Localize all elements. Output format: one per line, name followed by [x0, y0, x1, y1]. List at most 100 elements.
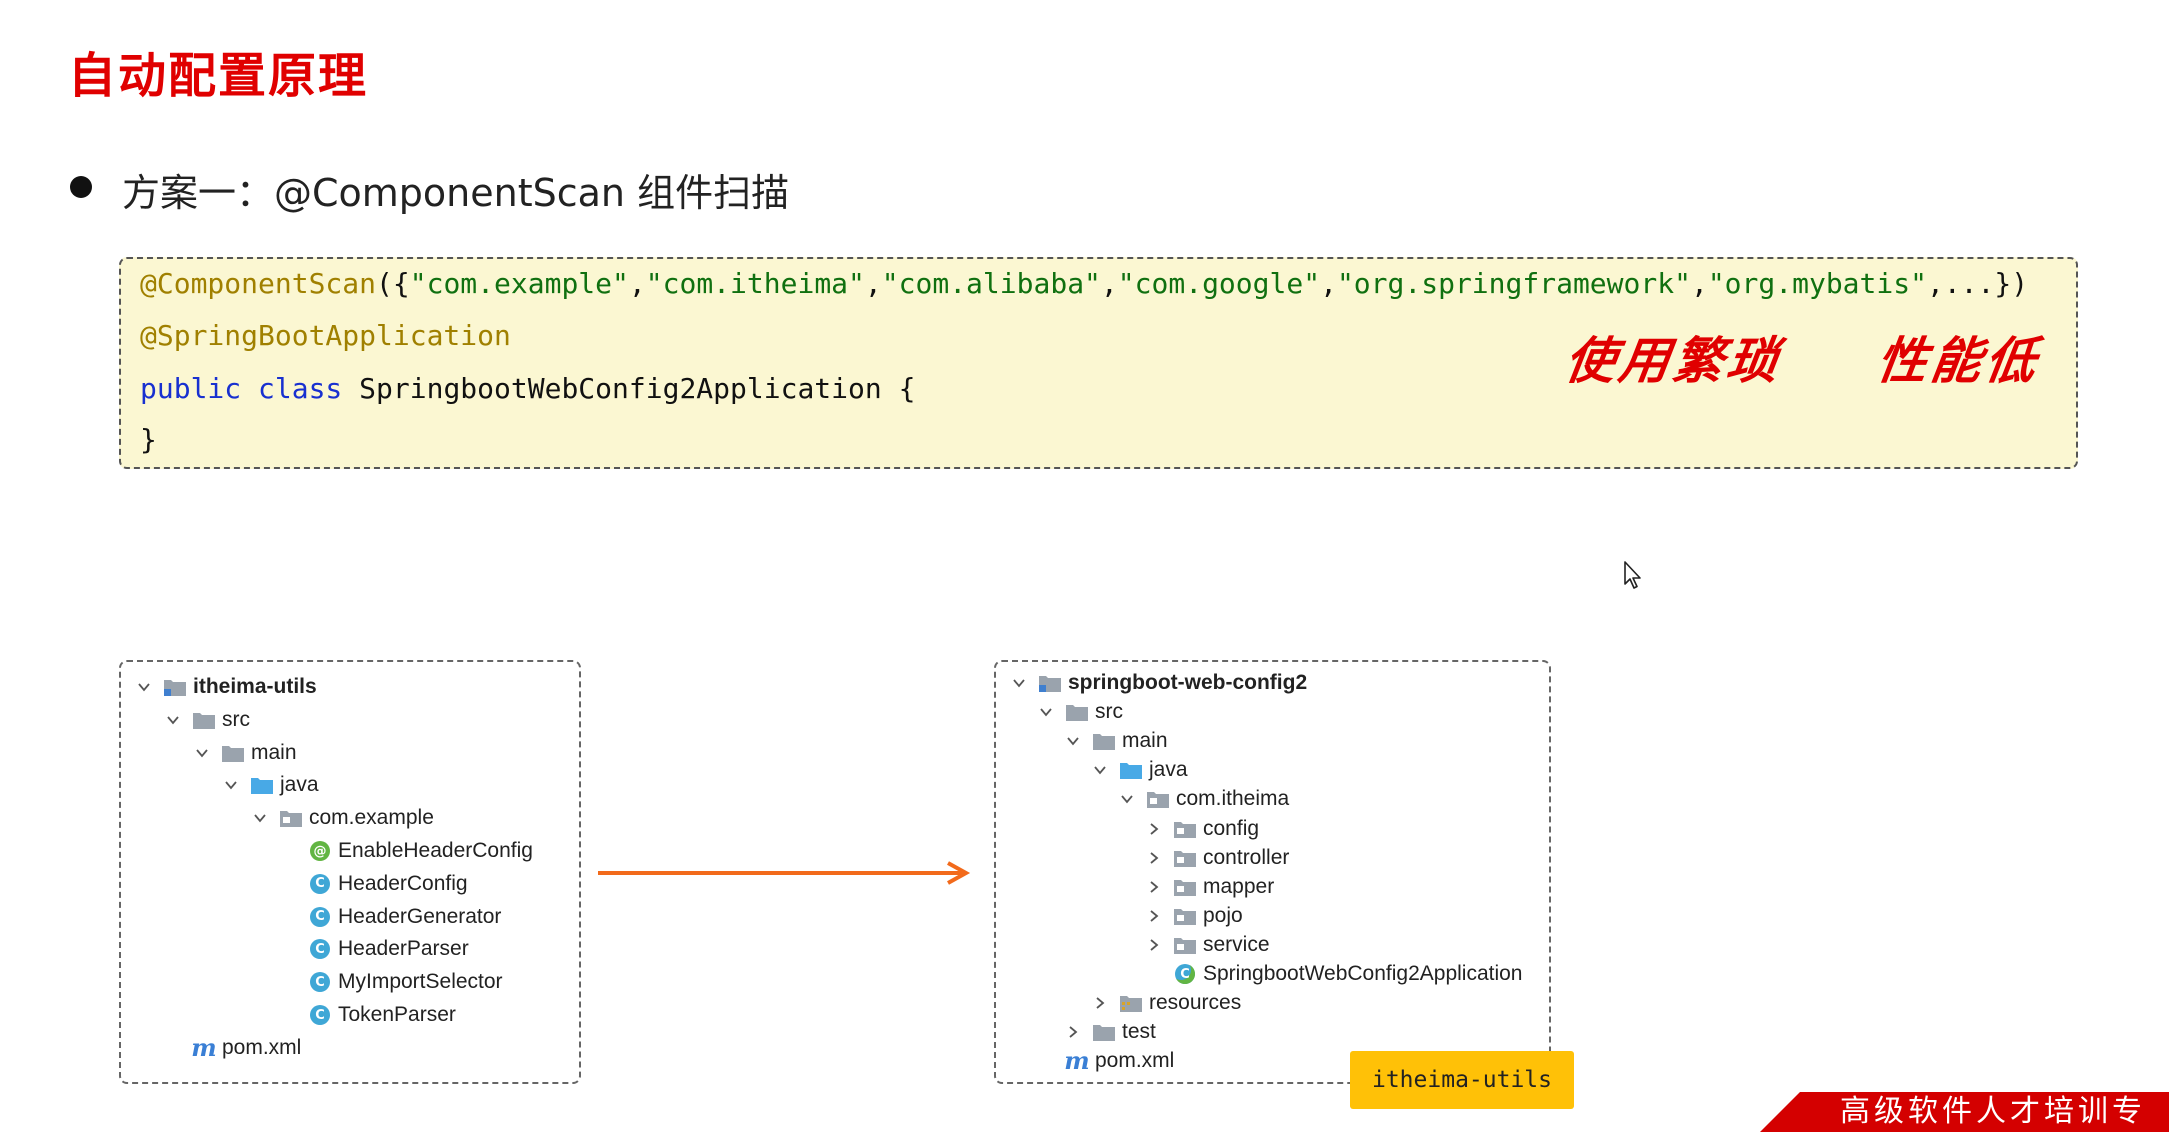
mouse-pointer-icon: [1624, 561, 1641, 589]
module-folder-icon: [163, 677, 187, 697]
itheima-utils-project-tree: itheima-utils src main java com.example @ Enab…: [119, 660, 581, 1084]
tree-item-label: config: [1203, 816, 1260, 840]
tree-item-label: HeaderGenerator: [338, 904, 502, 928]
tree-item[interactable]: controller: [1145, 843, 1289, 873]
chevron-down-icon[interactable]: [222, 776, 240, 794]
tree-item[interactable]: itheima-utils: [135, 672, 317, 702]
arrow-right-icon: [598, 861, 971, 885]
tree-item-label: mapper: [1203, 874, 1275, 898]
brand-banner-text: 高级软件人才培训专: [1840, 1094, 2146, 1129]
package-icon: [1173, 819, 1197, 839]
code-token: }: [140, 423, 157, 456]
tree-item[interactable]: com.example: [251, 803, 434, 833]
chevron-right-icon[interactable]: [1145, 907, 1163, 925]
chevron-down-icon[interactable]: [1118, 790, 1136, 808]
tree-item-label: test: [1122, 1020, 1156, 1044]
class-icon: C: [308, 873, 332, 894]
chevron-right-icon[interactable]: [1145, 878, 1163, 896]
chevron-right-icon[interactable]: [1145, 849, 1163, 867]
tree-item[interactable]: springboot-web-config2: [1010, 668, 1307, 698]
section-subtitle: 方案一：@ComponentScan 组件扫描: [122, 171, 790, 215]
tree-item-label: HeaderConfig: [338, 871, 468, 895]
folder-icon: [1092, 731, 1116, 751]
source-folder-icon: [250, 775, 274, 795]
tree-item-label: main: [1122, 729, 1168, 753]
code-token: ,: [1100, 267, 1118, 300]
tree-item[interactable]: C MyImportSelector: [280, 967, 503, 997]
code-token: ,...}): [1926, 267, 2029, 300]
package-icon: [1173, 906, 1197, 926]
package-icon: [1173, 935, 1197, 955]
code-block: @ComponentScan({"com.example", "com.ithei…: [119, 257, 2078, 469]
source-folder-icon: [1119, 760, 1143, 780]
tree-item[interactable]: C SpringbootWebConfig2Application: [1145, 959, 1523, 989]
tree-item[interactable]: src: [164, 705, 250, 735]
tree-item-label: pojo: [1203, 903, 1243, 927]
tree-item-label: resources: [1149, 991, 1242, 1015]
dependency-jar-label: itheima-utils: [1350, 1051, 1574, 1109]
tree-item[interactable]: config: [1145, 814, 1259, 844]
tree-item[interactable]: java: [1091, 755, 1188, 785]
code-token: ({: [376, 267, 410, 300]
class-icon: C: [308, 1005, 332, 1025]
code-token: "com.itheima": [645, 267, 865, 300]
tree-item[interactable]: com.itheima: [1118, 784, 1289, 814]
tree-item[interactable]: main: [1064, 726, 1168, 756]
tree-item-label: com.itheima: [1176, 787, 1290, 811]
tree-item[interactable]: C TokenParser: [280, 1000, 456, 1030]
tree-item[interactable]: m pom.xml: [164, 1033, 301, 1063]
chevron-down-icon[interactable]: [1010, 674, 1028, 692]
tree-item-label: springboot-web-config2: [1068, 671, 1308, 694]
code-token: "org.springframework": [1336, 267, 1691, 300]
tree-item-label: pom.xml: [1095, 1049, 1175, 1073]
code-token: "com.example": [409, 267, 629, 300]
tree-item[interactable]: java: [222, 770, 319, 800]
tree-item[interactable]: resources: [1091, 988, 1241, 1018]
tree-item-label: service: [1203, 932, 1270, 956]
tree-item[interactable]: @ EnableHeaderConfig: [280, 836, 533, 866]
chevron-right-icon[interactable]: [1091, 994, 1109, 1012]
tree-item-label: java: [280, 773, 319, 797]
chevron-down-icon[interactable]: [164, 711, 182, 729]
bullet-dot: [70, 176, 92, 198]
tree-item[interactable]: C HeaderGenerator: [280, 902, 501, 932]
page-title: 自动配置原理: [68, 48, 369, 104]
code-token: "com.google": [1117, 267, 1321, 300]
tree-item[interactable]: service: [1145, 930, 1270, 960]
code-line-closing-brace: }: [140, 423, 157, 456]
code-token: @SpringBootApplication: [140, 319, 511, 352]
annotation-icon: @: [308, 841, 332, 861]
chevron-down-icon[interactable]: [193, 744, 211, 762]
tree-item[interactable]: C HeaderConfig: [280, 869, 468, 899]
spring-class-icon: C: [1173, 964, 1197, 984]
module-folder-icon: [1038, 673, 1062, 693]
code-token: ,: [1320, 267, 1337, 300]
code-line-springboot-application: @SpringBootApplication: [140, 319, 511, 352]
code-token: public class: [140, 372, 343, 405]
tree-item[interactable]: m pom.xml: [1037, 1046, 1174, 1076]
tree-item-label: MyImportSelector: [338, 970, 503, 994]
code-token: @ComponentScan: [140, 267, 377, 300]
chevron-right-icon[interactable]: [1064, 1023, 1082, 1041]
chevron-right-icon[interactable]: [1145, 936, 1163, 954]
tree-item[interactable]: test: [1064, 1017, 1156, 1047]
tree-item[interactable]: mapper: [1145, 872, 1274, 902]
tree-item[interactable]: src: [1037, 697, 1123, 727]
tree-item[interactable]: main: [193, 738, 297, 768]
tree-item[interactable]: pojo: [1145, 901, 1243, 931]
maven-icon: m: [191, 1032, 217, 1062]
chevron-down-icon[interactable]: [1064, 732, 1082, 750]
springboot-web-config2-project-tree: springboot-web-config2 src main java com.ith…: [994, 660, 1551, 1084]
tree-item-label: TokenParser: [338, 1003, 456, 1026]
chevron-down-icon[interactable]: [1037, 703, 1055, 721]
tree-item[interactable]: C HeaderParser: [280, 934, 469, 964]
chevron-right-icon[interactable]: [1145, 820, 1163, 838]
tree-item-label: EnableHeaderConfig: [338, 839, 533, 862]
chevron-down-icon[interactable]: [1091, 761, 1109, 779]
tree-item-label: com.example: [309, 806, 434, 830]
chevron-down-icon[interactable]: [251, 809, 269, 827]
tree-item-label: controller: [1203, 845, 1290, 869]
folder-icon: [1092, 1022, 1116, 1042]
folder-icon: [221, 743, 245, 763]
chevron-down-icon[interactable]: [135, 678, 153, 696]
